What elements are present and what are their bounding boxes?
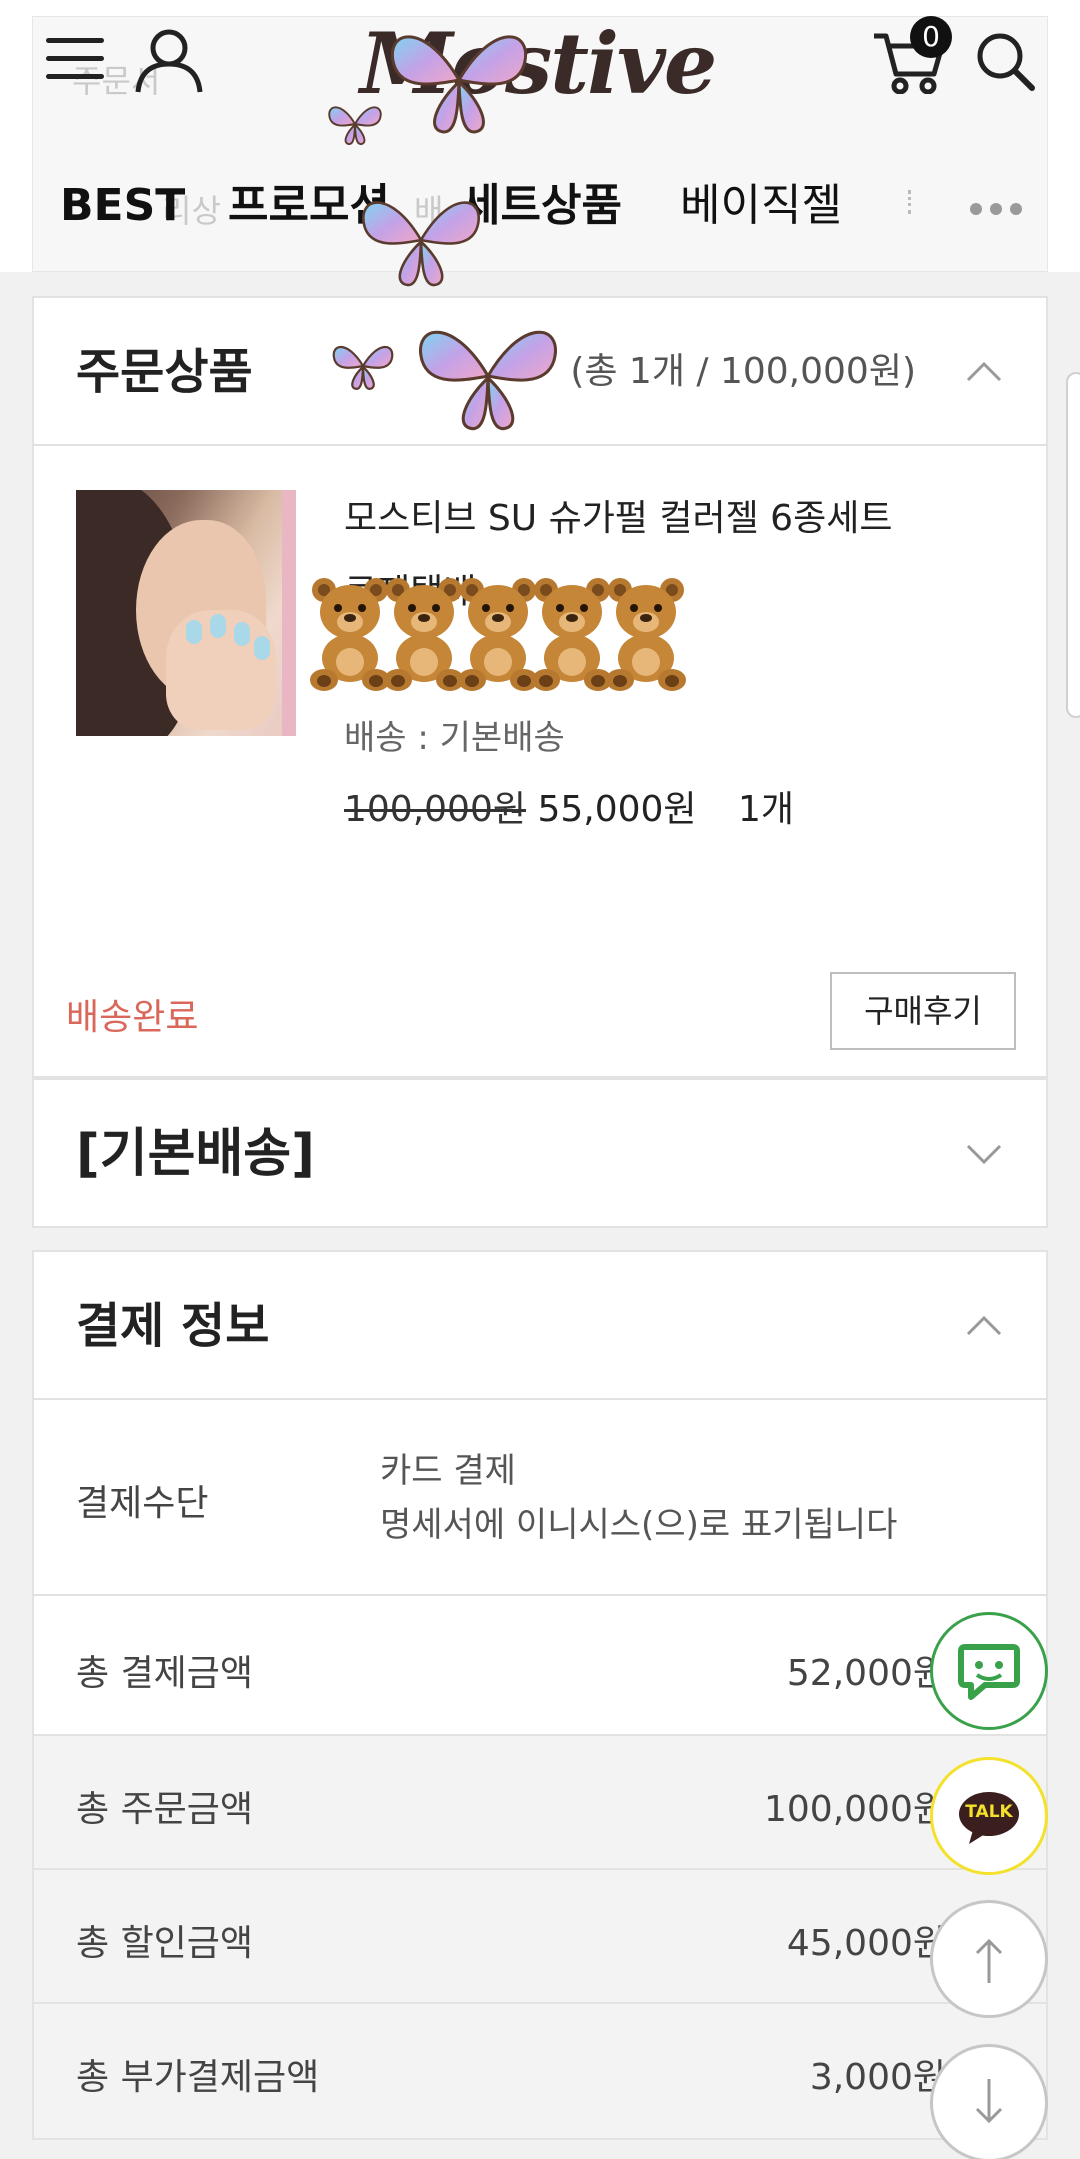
total-order-row: 총 주문금액 100,000원 — [34, 1736, 1046, 1870]
chat-button[interactable] — [930, 1612, 1048, 1730]
row-label: 총 주문금액 — [76, 1789, 254, 1830]
delivery-method: 배송 : 기본배송 — [344, 718, 565, 758]
shipping-title: [기본배송] — [76, 1124, 315, 1184]
payment-title: 결제 정보 — [76, 1298, 270, 1354]
product-name-line2: 로제택배 — [344, 572, 477, 613]
payment-method-note: 명세서에 이니시스(으)로 표기됩니다 — [380, 1505, 898, 1545]
row-value: 100,000원 — [764, 1789, 946, 1830]
row-label: 총 할인금액 — [76, 1923, 254, 1964]
kakao-talk-button[interactable]: TALK — [930, 1757, 1048, 1875]
shipping-panel: [기본배송] — [32, 1078, 1048, 1228]
total-payment-row: 총 결제금액 52,000원 — [34, 1596, 1046, 1736]
order-item-body: 모스티브 SU 슈가펄 컬러젤 6종세트 로제택배 배송 : 기본배송 100,… — [34, 446, 1046, 1076]
payment-panel: 결제 정보 결제수단 카드 결제 명세서에 이니시스(으)로 표기됩니다 총 결… — [32, 1250, 1048, 2140]
total-extra-payment-row: 총 부가결제금액 3,000원 — [34, 2004, 1046, 2138]
row-value: 3,000원 — [809, 2057, 946, 2098]
nav-item-set-products[interactable]: 세트상품 — [460, 168, 622, 244]
nav-item-best[interactable]: BEST — [60, 168, 185, 244]
review-button[interactable]: 구매후기 — [830, 972, 1016, 1050]
chevron-down-icon[interactable] — [966, 1136, 1002, 1172]
quantity: 1개 — [738, 789, 795, 830]
product-image[interactable] — [76, 490, 296, 736]
user-icon[interactable] — [134, 28, 204, 94]
chat-icon — [958, 1644, 1020, 1700]
menu-icon[interactable] — [46, 38, 104, 84]
price-line: 100,000원 55,000원 1개 — [344, 780, 794, 832]
payment-method-type: 카드 결제 — [380, 1451, 516, 1491]
product-name[interactable]: 모스티브 SU 슈가펄 컬러젤 6종세트 로제택배 — [344, 482, 964, 630]
scroll-top-button[interactable] — [930, 1900, 1048, 2018]
shipping-header[interactable]: [기본배송] — [34, 1080, 1046, 1228]
order-items-header[interactable]: 주문상품 (총 1개 / 100,000원) — [34, 298, 1046, 446]
chevron-up-icon[interactable] — [966, 354, 1002, 390]
chevron-up-icon[interactable] — [966, 1308, 1002, 1344]
more-icon[interactable] — [970, 200, 1030, 219]
arrow-up-icon — [975, 1938, 1003, 1983]
order-summary: (총 1개 / 100,000원) — [570, 351, 916, 392]
logo[interactable]: Mostive — [360, 14, 730, 114]
scroll-bottom-button[interactable] — [930, 2044, 1048, 2159]
category-nav: BEST 프로모션 세트상품 베이직젤 — [0, 168, 1080, 248]
row-value: 45,000원 — [786, 1923, 946, 1964]
order-items-title: 주문상품 — [76, 344, 253, 400]
total-discount-row: 총 할인금액 45,000원 — [34, 1870, 1046, 2004]
row-label: 총 부가결제금액 — [76, 2057, 320, 2098]
row-value: 52,000원 — [786, 1653, 946, 1694]
payment-method-row: 결제수단 카드 결제 명세서에 이니시스(으)로 표기됩니다 — [34, 1400, 1046, 1596]
sale-price: 55,000원 — [537, 789, 697, 830]
delivery-status: 배송완료 — [66, 997, 199, 1038]
payment-method-value: 카드 결제 명세서에 이니시스(으)로 표기됩니다 — [380, 1444, 897, 1552]
product-name-line1: 모스티브 SU 슈가펄 컬러젤 6종세트 — [344, 498, 893, 539]
header: 주문서 리상 배 Mostive 0 BEST 프로모션 세트상품 베이직젤 — [0, 0, 1080, 272]
original-price: 100,000원 — [344, 789, 526, 830]
nav-divider — [908, 190, 912, 214]
search-icon[interactable] — [974, 30, 1036, 92]
cart-count-badge: 0 — [910, 16, 952, 58]
kakao-talk-label: TALK — [965, 1802, 1013, 1822]
row-label: 총 결제금액 — [76, 1653, 254, 1694]
nav-item-basic-gel[interactable]: 베이직젤 — [680, 168, 842, 244]
nav-item-promotion[interactable]: 프로모션 — [228, 168, 390, 244]
arrow-down-icon — [975, 2079, 1003, 2124]
order-items-panel: 주문상품 (총 1개 / 100,000원) 모스티브 SU 슈가펄 컬러젤 6… — [32, 296, 1048, 1078]
payment-method-label: 결제수단 — [76, 1483, 209, 1524]
scroll-indicator[interactable] — [1066, 372, 1080, 718]
payment-header[interactable]: 결제 정보 — [34, 1252, 1046, 1400]
